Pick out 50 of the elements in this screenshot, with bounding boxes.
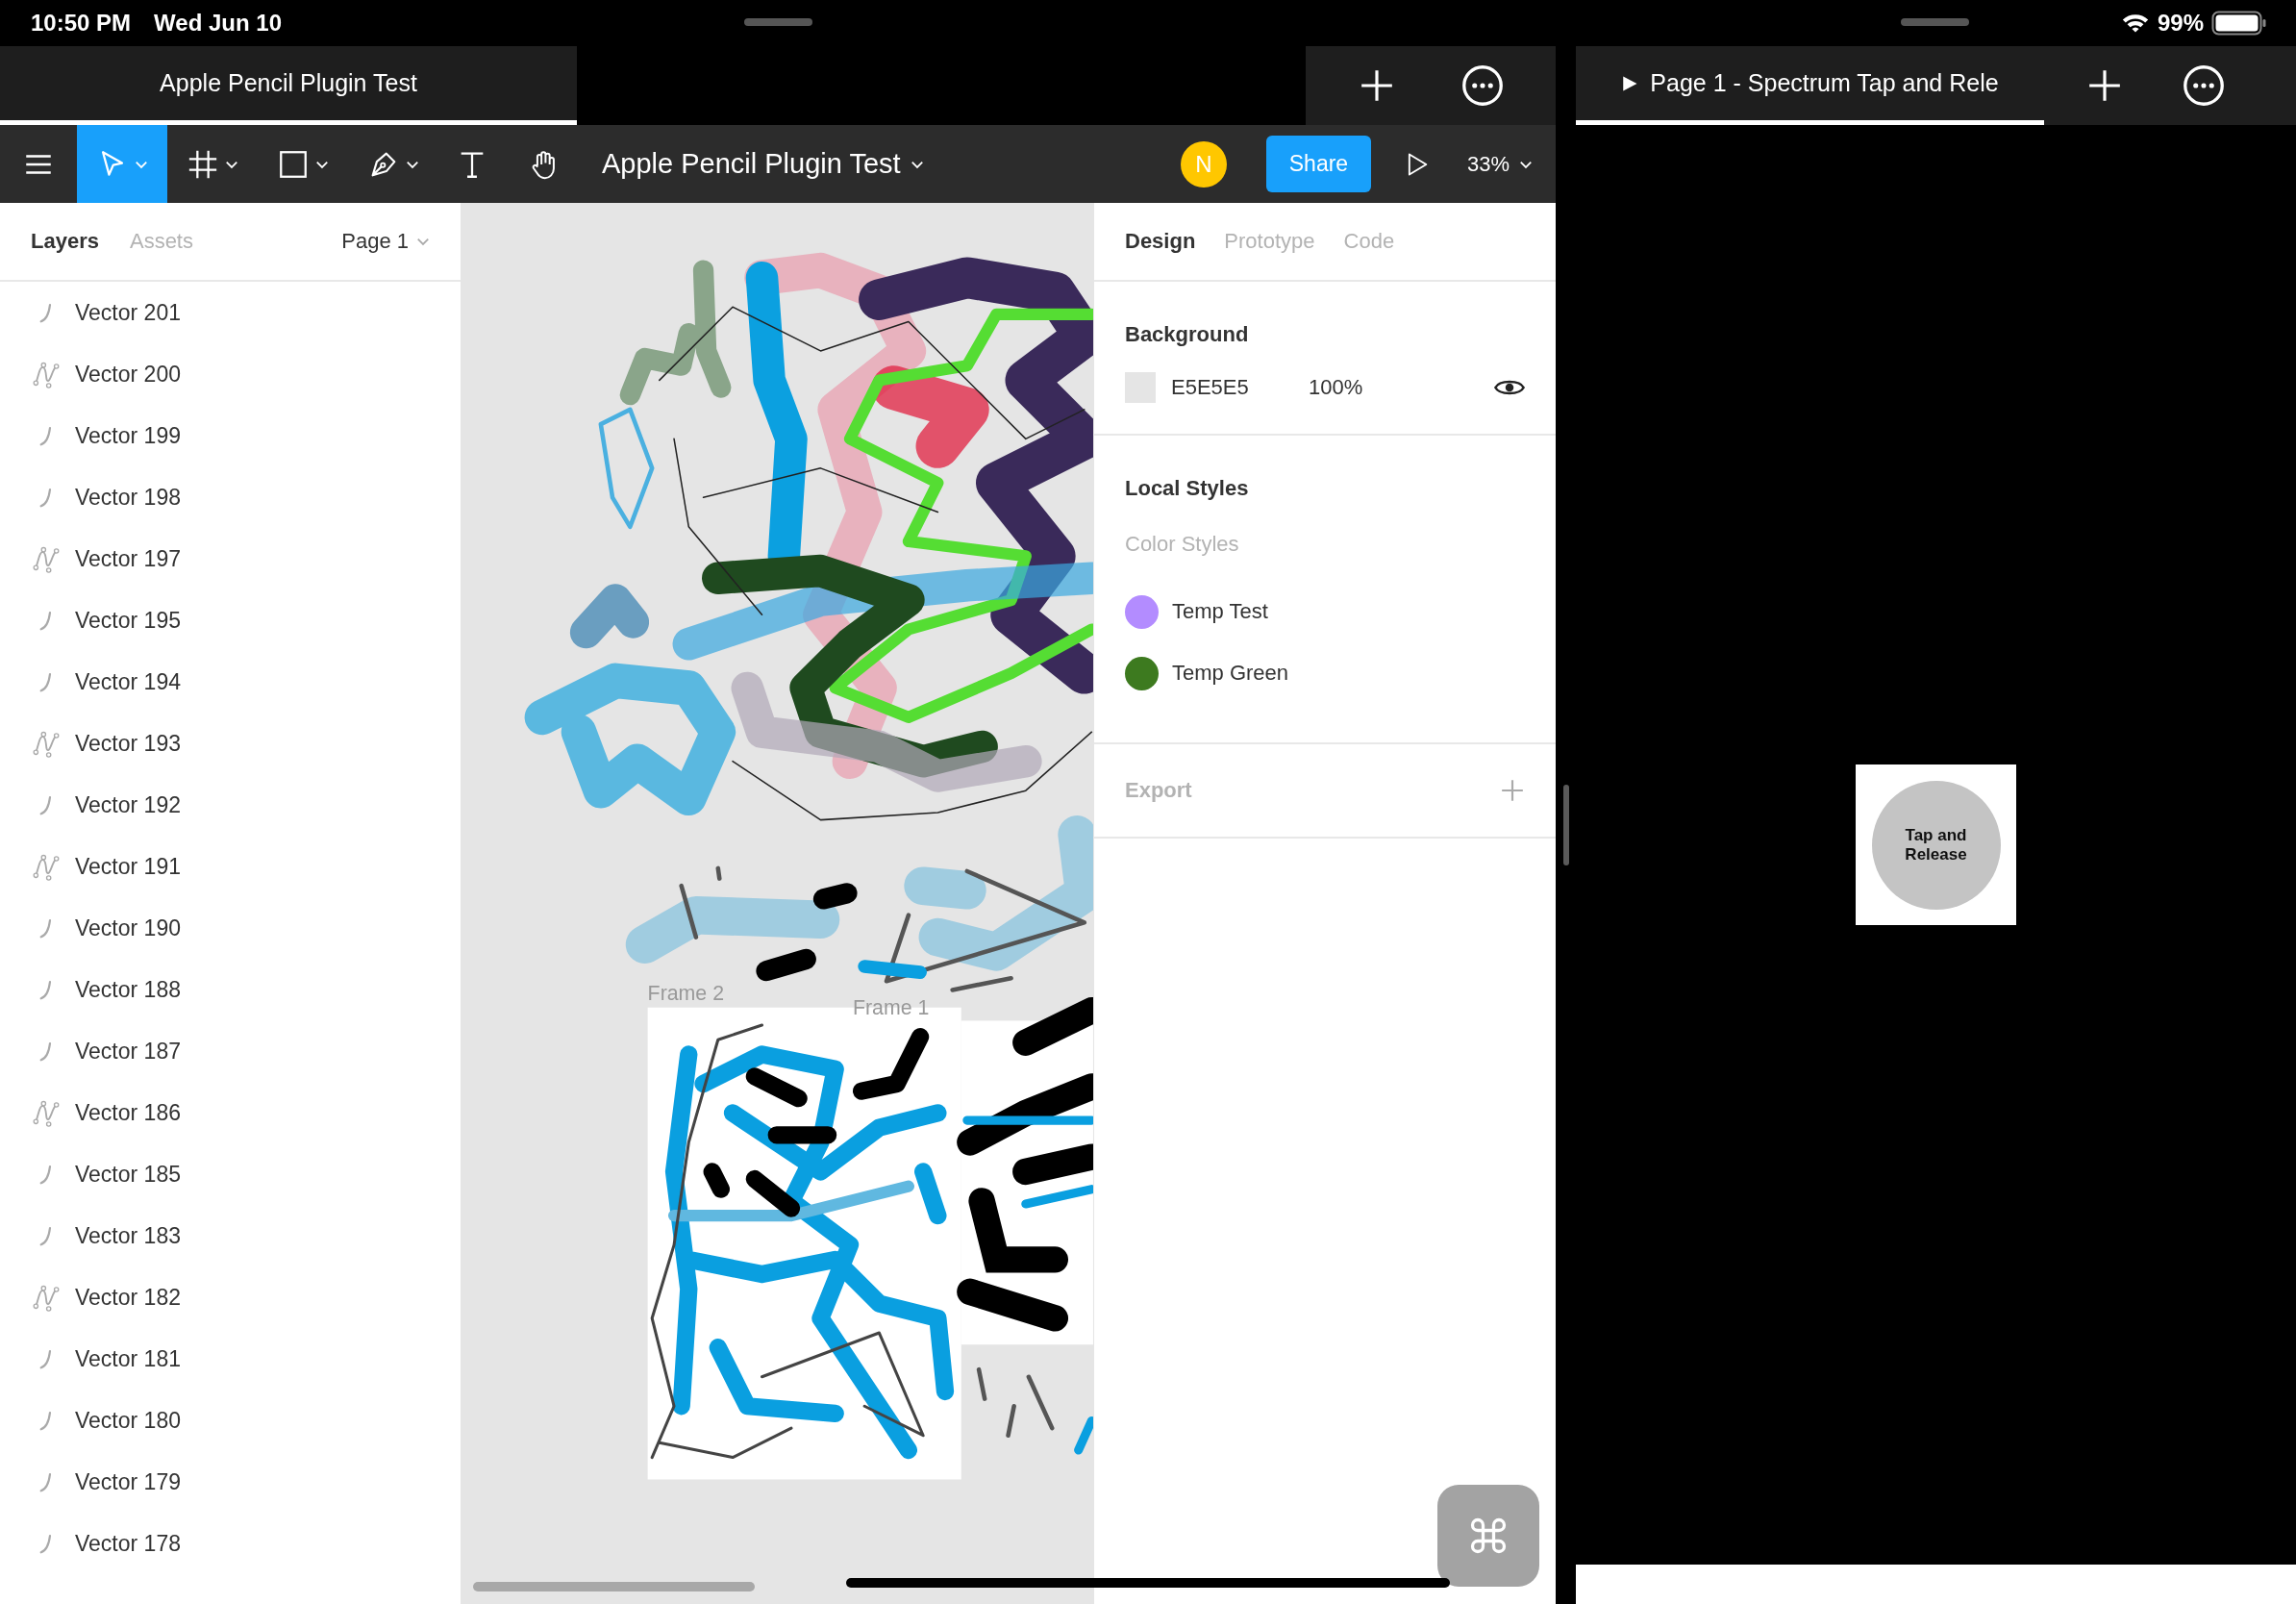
color-swatch[interactable] <box>1125 372 1156 403</box>
layer-name[interactable]: Vector 192 <box>75 791 181 818</box>
split-view-handle[interactable] <box>1562 785 1569 865</box>
layer-name[interactable]: Vector 197 <box>75 545 181 572</box>
layer-name[interactable]: Vector 199 <box>75 422 181 449</box>
battery-percentage: 99% <box>2157 10 2204 37</box>
play-icon <box>1621 74 1639 92</box>
layer-name[interactable]: Vector 193 <box>75 730 181 757</box>
more-icon[interactable] <box>1460 64 1504 107</box>
layer-name[interactable]: Vector 182 <box>75 1284 181 1311</box>
layer-name[interactable]: Vector 195 <box>75 607 181 634</box>
layer-name[interactable]: Vector 198 <box>75 484 181 511</box>
horizontal-scrollbar[interactable] <box>473 1582 755 1591</box>
layer-name[interactable]: Vector 200 <box>75 361 181 388</box>
layer-name[interactable]: Vector 187 <box>75 1038 181 1065</box>
wifi-icon <box>2120 12 2150 35</box>
layer-name[interactable]: Vector 190 <box>75 915 181 941</box>
tap-and-release-button[interactable]: Tap and Release <box>1871 780 2001 910</box>
battery-icon <box>2211 10 2267 37</box>
zoom-menu[interactable]: 33% <box>1466 151 1533 177</box>
more-icon[interactable] <box>2183 64 2225 107</box>
section-title: Export <box>1125 778 1192 803</box>
color-style-name[interactable]: Temp Green <box>1172 661 1289 686</box>
layer-name[interactable]: Vector 183 <box>75 1222 181 1249</box>
layer-name[interactable]: Vector 181 <box>75 1345 181 1372</box>
document-tab[interactable]: Apple Pencil Plugin Test <box>0 46 577 125</box>
hex-value-field[interactable]: E5E5E5 <box>1171 375 1309 400</box>
layer-name[interactable]: Vector 201 <box>75 299 181 326</box>
layer-name[interactable]: Vector 191 <box>75 853 181 880</box>
section-title: Background <box>1125 321 1250 347</box>
opacity-value-field[interactable]: 100% <box>1309 375 1363 400</box>
section-title: Local Styles <box>1125 475 1250 501</box>
color-style-name[interactable]: Temp Test <box>1172 599 1268 624</box>
layer-name[interactable]: Vector 179 <box>75 1468 181 1495</box>
status-time: 10:50 PM <box>31 10 132 37</box>
file-title-menu[interactable]: Apple Pencil Plugin Test <box>602 125 924 203</box>
user-avatar: N <box>1180 140 1227 188</box>
layer-name[interactable]: Vector 186 <box>75 1099 181 1126</box>
layer-name[interactable]: Vector 188 <box>75 976 181 1003</box>
page-selector[interactable]: Page 1 <box>341 229 430 254</box>
multitasking-handle[interactable] <box>744 18 812 26</box>
panel-tab[interactable]: Design <box>1125 229 1196 254</box>
layer-name[interactable]: Vector 178 <box>75 1530 181 1557</box>
panel-tab[interactable]: Layers <box>31 229 99 254</box>
status-date: Wed Jun 10 <box>154 10 282 37</box>
layer-name[interactable]: Vector 194 <box>75 668 181 695</box>
multitasking-handle[interactable] <box>1901 18 1969 26</box>
layer-name[interactable]: Vector 180 <box>75 1407 181 1434</box>
section-subtitle: Color Styles <box>1125 530 1240 558</box>
layer-name[interactable]: Vector 185 <box>75 1161 181 1188</box>
